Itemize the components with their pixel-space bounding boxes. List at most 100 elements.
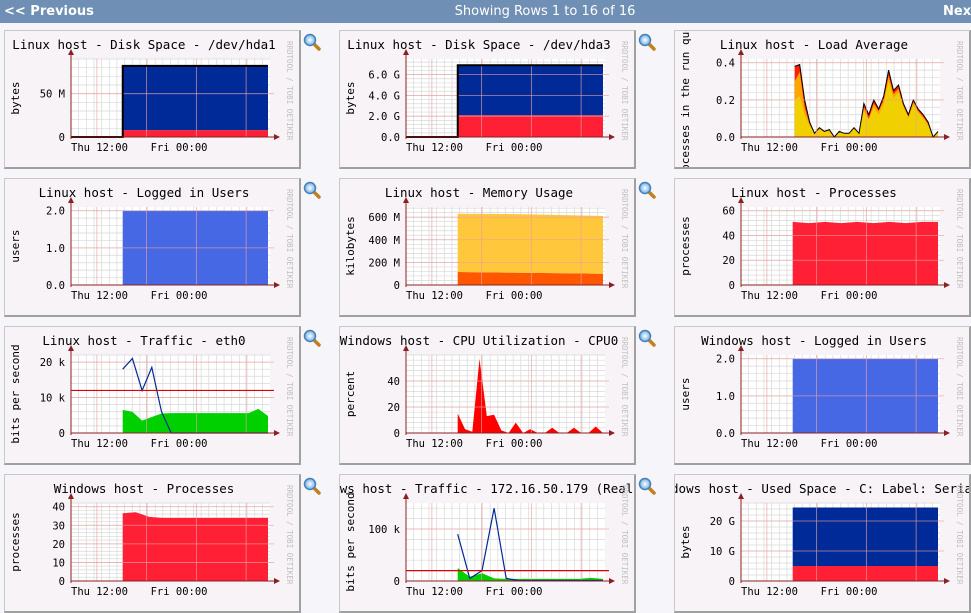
y-tick-label: 60: [722, 206, 735, 218]
y-tick-label: 0: [394, 576, 400, 588]
x-tick-label: Fri 00:00: [821, 586, 878, 598]
y-tick-label: 0.2: [716, 95, 735, 107]
y-tick-label: 20 k: [40, 357, 66, 369]
magnifier-icon[interactable]: [303, 329, 321, 347]
graph-image[interactable]: Windows host - Used Space - C: Label: Se…: [674, 474, 971, 613]
graph-svg: Linux host - Logged in Users users 0.0 1.0 2…: [9, 185, 294, 302]
x-tick-label: Fri 00:00: [151, 290, 208, 302]
graph-title: Linux host - Traffic - eth0: [42, 333, 245, 348]
y-tick-label: 600 M: [368, 212, 400, 224]
y-tick-label: 0: [59, 576, 65, 588]
graph-svg: Linux host - Load Average processes in th…: [679, 31, 964, 167]
graph-title: Windows host - CPU Utilization - CPU0: [340, 333, 618, 348]
graph-linux-host-disk-space-dev-hda3: Linux host - Disk Space - /dev/hda3 bytes…: [339, 30, 656, 169]
x-tick-label: Fri 00:00: [821, 142, 878, 154]
x-tick-label: Thu 12:00: [71, 290, 128, 302]
x-tick-label: Fri 00:00: [821, 438, 878, 450]
graph-title: Linux host - Disk Space - /dev/hda1: [12, 37, 275, 52]
graph-image[interactable]: Linux host - Disk Space - /dev/hda3 bytes…: [339, 30, 636, 169]
y-tick-label: 0: [729, 280, 735, 292]
rows-status-text: Showing Rows 1 to 16 of 16: [454, 4, 636, 19]
y-tick-label: 40: [52, 502, 65, 514]
rrdtool-watermark: RRDTOOL / TOBI OETIKER: [620, 337, 629, 437]
graph-windows-host-used-space-c-label-serial: Windows host - Used Space - C: Label: Se…: [674, 474, 971, 613]
graph-svg: Linux host - Disk Space - /dev/hda1 bytes…: [9, 37, 294, 154]
magnifier-icon[interactable]: [303, 181, 321, 199]
y-tick-label: 0: [59, 132, 65, 144]
y-tick-label: 400 M: [368, 235, 400, 247]
graph-image[interactable]: Windows host - Processes processes 0 10 20 30…: [4, 474, 301, 613]
y-tick-label: 0.0: [381, 132, 400, 144]
y-tick-label: 0.0: [716, 428, 735, 440]
y-axis-label: users: [679, 377, 692, 410]
magnifier-icon[interactable]: [638, 181, 656, 199]
graph-svg: Windows host - CPU Utilization - CPU0 per…: [340, 333, 629, 450]
graph-image[interactable]: Windows host - Logged in Users users 0.0 1.…: [674, 326, 971, 465]
y-tick-label: 2.0: [46, 206, 65, 218]
y-tick-label: 40: [722, 230, 735, 242]
y-tick-label: 0: [394, 428, 400, 440]
x-tick-label: Fri 00:00: [151, 438, 208, 450]
magnifier-icon[interactable]: [303, 477, 321, 495]
rrdtool-watermark: RRDTOOL / TOBI OETIKER: [955, 189, 964, 289]
x-tick-label: Fri 00:00: [486, 142, 543, 154]
y-axis-label: processes: [9, 512, 22, 572]
y-tick-label: 100 k: [368, 524, 400, 536]
graph-image[interactable]: Linux host - Processes processes 0 20 40 60 Th…: [674, 178, 971, 317]
magnifier-icon[interactable]: [638, 477, 656, 495]
x-tick-label: Thu 12:00: [71, 438, 128, 450]
y-tick-label: 20: [387, 402, 400, 414]
graph-svg: Windows host - Traffic - 172.16.50.179 (…: [340, 481, 634, 598]
graph-image[interactable]: Linux host - Logged in Users users 0.0 1.0 2…: [4, 178, 301, 317]
rrdtool-watermark: RRDTOOL / TOBI OETIKER: [285, 41, 294, 141]
x-tick-label: Thu 12:00: [741, 586, 798, 598]
y-tick-label: 0.4: [716, 58, 735, 70]
y-tick-label: 0: [59, 428, 65, 440]
graph-title: Linux host - Logged in Users: [39, 185, 250, 200]
y-tick-label: 10: [52, 557, 65, 569]
y-axis-label: bytes: [344, 81, 357, 114]
y-tick-label: 0: [394, 280, 400, 292]
y-axis-label: processes: [679, 216, 692, 276]
rrdtool-watermark: RRDTOOL / TOBI OETIKER: [955, 41, 964, 141]
rrdtool-watermark: RRDTOOL / TOBI OETIKER: [285, 189, 294, 289]
rrdtool-watermark: RRDTOOL / TOBI OETIKER: [955, 337, 964, 437]
rrdtool-watermark: RRDTOOL / TOBI OETIKER: [285, 337, 294, 437]
x-tick-label: Fri 00:00: [486, 290, 543, 302]
y-tick-label: 20: [722, 255, 735, 267]
magnifier-icon[interactable]: [638, 329, 656, 347]
rrdtool-watermark: RRDTOOL / TOBI OETIKER: [620, 41, 629, 141]
x-tick-label: Thu 12:00: [406, 438, 463, 450]
x-tick-label: Fri 00:00: [821, 290, 878, 302]
y-axis-label: users: [9, 229, 22, 262]
graph-image[interactable]: Linux host - Disk Space - /dev/hda1 bytes…: [4, 30, 301, 169]
graph-windows-host-logged-in-users: Windows host - Logged in Users users 0.0 1.…: [674, 326, 971, 465]
graph-linux-host-processes: Linux host - Processes processes 0 20 40 60 Th…: [674, 178, 971, 317]
y-axis-label: percent: [344, 371, 357, 417]
x-tick-label: Thu 12:00: [406, 290, 463, 302]
graph-linux-host-traffic-eth0: Linux host - Traffic - eth0 bits per seco…: [4, 326, 321, 465]
graph-title: Linux host - Processes: [731, 185, 897, 200]
graph-image[interactable]: Windows host - CPU Utilization - CPU0 per…: [339, 326, 636, 465]
graph-title: Linux host - Load Average: [720, 37, 908, 52]
graph-title: Windows host - Logged in Users: [701, 333, 927, 348]
magnifier-icon[interactable]: [303, 33, 321, 51]
y-tick-label: 2.0 G: [368, 111, 400, 123]
y-tick-label: 1.0: [46, 243, 65, 255]
y-tick-label: 20: [52, 539, 65, 551]
x-tick-label: Fri 00:00: [151, 586, 208, 598]
y-tick-label: 0: [729, 576, 735, 588]
graph-title: Windows host - Traffic - 172.16.50.179 (…: [340, 481, 634, 496]
graph-svg: Linux host - Disk Space - /dev/hda3 bytes…: [344, 37, 629, 154]
x-tick-label: Fri 00:00: [486, 438, 543, 450]
graph-image[interactable]: Linux host - Traffic - eth0 bits per seco…: [4, 326, 301, 465]
rrdtool-watermark: RRDTOOL / TOBI OETIKER: [285, 485, 294, 585]
graph-image[interactable]: Windows host - Traffic - 172.16.50.179 (…: [339, 474, 636, 613]
y-axis-label: bytes: [679, 525, 692, 558]
graph-linux-host-disk-space-dev-hda1: Linux host - Disk Space - /dev/hda1 bytes…: [4, 30, 321, 169]
graph-image[interactable]: Linux host - Memory Usage kilobytes 0 200 M…: [339, 178, 636, 317]
next-page-link[interactable]: Next >>: [943, 4, 971, 19]
magnifier-icon[interactable]: [638, 33, 656, 51]
graph-linux-host-logged-in-users: Linux host - Logged in Users users 0.0 1.0 2…: [4, 178, 321, 317]
graph-image[interactable]: Linux host - Load Average processes in th…: [674, 30, 971, 169]
